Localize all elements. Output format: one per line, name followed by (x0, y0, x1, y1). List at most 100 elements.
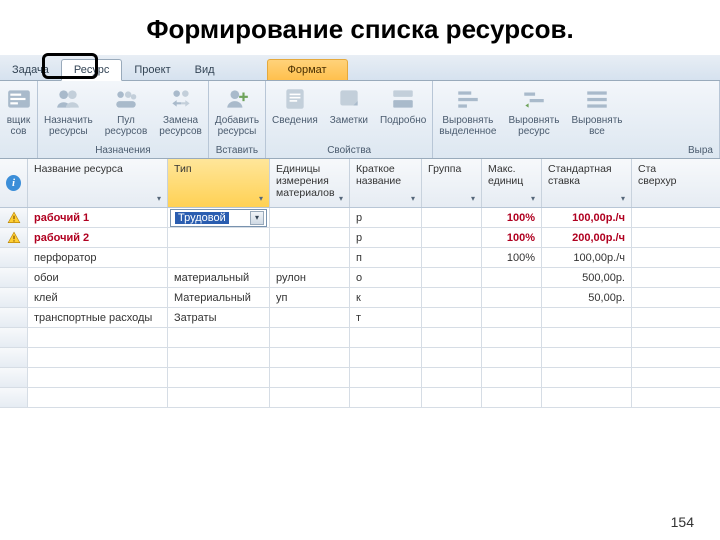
cell-overtime[interactable] (632, 348, 680, 367)
cell-short[interactable]: о (350, 268, 422, 287)
cell-short[interactable]: т (350, 308, 422, 327)
cell-overtime[interactable] (632, 388, 680, 407)
cell-name[interactable]: транспортные расходы (28, 308, 168, 327)
cell-name[interactable]: обои (28, 268, 168, 287)
cell-type[interactable] (168, 388, 270, 407)
tab-project[interactable]: Проект (122, 60, 182, 80)
table-row[interactable]: рабочий 1 Трудовой ▾ ТрудовойМатериальны… (0, 208, 720, 228)
btn-level-resource[interactable]: Выровнять ресурс (502, 83, 565, 139)
cell-group[interactable] (422, 388, 482, 407)
cell-type[interactable] (168, 368, 270, 387)
cell-name[interactable]: рабочий 1 (28, 208, 168, 227)
col-unit[interactable]: Единицы измерения материалов▾ (270, 159, 350, 207)
cell-overtime[interactable] (632, 268, 680, 287)
cell-short[interactable] (350, 348, 422, 367)
cell-group[interactable] (422, 268, 482, 287)
tab-resource[interactable]: Ресурс (61, 59, 122, 81)
cell-group[interactable] (422, 208, 482, 227)
cell-type[interactable]: Затраты (168, 308, 270, 327)
cell-short[interactable]: п (350, 248, 422, 267)
cell-rate[interactable] (542, 388, 632, 407)
cell-overtime[interactable] (632, 248, 680, 267)
cell-overtime[interactable] (632, 368, 680, 387)
cell-unit[interactable] (270, 228, 350, 247)
cell-unit[interactable]: уп (270, 288, 350, 307)
btn-planner[interactable]: вщик сов (0, 83, 37, 139)
tab-task[interactable]: Задача (0, 60, 61, 80)
cell-max[interactable]: 100% (482, 228, 542, 247)
col-rate[interactable]: Стандартная ставка▾ (542, 159, 632, 207)
table-row[interactable]: обоиматериальныйрулоно500,00р. (0, 268, 720, 288)
cell-name[interactable]: клей (28, 288, 168, 307)
cell-type[interactable] (168, 248, 270, 267)
cell-unit[interactable] (270, 368, 350, 387)
table-row-empty[interactable] (0, 328, 720, 348)
cell-group[interactable] (422, 228, 482, 247)
cell-name[interactable] (28, 348, 168, 367)
type-dropdown[interactable]: Трудовой ▾ ТрудовойМатериальныйЗатраты (170, 209, 267, 227)
chevron-down-icon[interactable]: ▾ (250, 211, 264, 225)
tab-view[interactable]: Вид (183, 60, 227, 80)
cell-overtime[interactable] (632, 208, 680, 227)
col-max[interactable]: Макс. единиц▾ (482, 159, 542, 207)
cell-rate[interactable]: 500,00р. (542, 268, 632, 287)
btn-replace-resources[interactable]: Замена ресурсов (153, 83, 208, 139)
col-overtime[interactable]: Ста сверхур (632, 159, 680, 207)
cell-rate[interactable]: 100,00р./ч (542, 248, 632, 267)
cell-short[interactable]: р (350, 208, 422, 227)
col-name[interactable]: Название ресурса▾ (28, 159, 168, 207)
btn-add-resources[interactable]: Добавить ресурсы (209, 83, 265, 139)
cell-unit[interactable] (270, 208, 350, 227)
cell-max[interactable] (482, 288, 542, 307)
table-row[interactable]: транспортные расходыЗатраты т (0, 308, 720, 328)
tab-format[interactable]: Формат (267, 59, 348, 80)
cell-rate[interactable] (542, 328, 632, 347)
cell-group[interactable] (422, 248, 482, 267)
cell-unit[interactable] (270, 248, 350, 267)
cell-unit[interactable] (270, 388, 350, 407)
cell-group[interactable] (422, 308, 482, 327)
cell-short[interactable] (350, 368, 422, 387)
cell-rate[interactable] (542, 368, 632, 387)
table-row[interactable]: перфоратор п 100%100,00р./ч (0, 248, 720, 268)
cell-overtime[interactable] (632, 308, 680, 327)
cell-name[interactable]: перфоратор (28, 248, 168, 267)
cell-rate[interactable]: 200,00р./ч (542, 228, 632, 247)
cell-type[interactable]: Трудовой ▾ ТрудовойМатериальныйЗатраты (168, 208, 270, 227)
cell-type[interactable] (168, 328, 270, 347)
cell-type[interactable]: Материальный (168, 288, 270, 307)
cell-max[interactable] (482, 308, 542, 327)
cell-max[interactable] (482, 328, 542, 347)
cell-rate[interactable] (542, 348, 632, 367)
cell-short[interactable] (350, 328, 422, 347)
table-row-empty[interactable] (0, 348, 720, 368)
btn-details[interactable]: Подробно (374, 83, 432, 128)
btn-information[interactable]: Сведения (266, 83, 324, 128)
cell-rate[interactable]: 50,00р. (542, 288, 632, 307)
cell-group[interactable] (422, 348, 482, 367)
cell-short[interactable]: к (350, 288, 422, 307)
cell-max[interactable] (482, 368, 542, 387)
cell-overtime[interactable] (632, 288, 680, 307)
cell-max[interactable]: 100% (482, 248, 542, 267)
col-group[interactable]: Группа▾ (422, 159, 482, 207)
col-short[interactable]: Краткое название▾ (350, 159, 422, 207)
cell-rate[interactable]: 100,00р./ч (542, 208, 632, 227)
cell-overtime[interactable] (632, 328, 680, 347)
btn-notes[interactable]: Заметки (324, 83, 374, 128)
cell-max[interactable] (482, 268, 542, 287)
cell-unit[interactable] (270, 348, 350, 367)
cell-name[interactable] (28, 328, 168, 347)
cell-short[interactable] (350, 388, 422, 407)
cell-name[interactable] (28, 368, 168, 387)
cell-overtime[interactable] (632, 228, 680, 247)
cell-max[interactable] (482, 388, 542, 407)
cell-type[interactable] (168, 348, 270, 367)
cell-unit[interactable]: рулон (270, 268, 350, 287)
cell-short[interactable]: р (350, 228, 422, 247)
cell-group[interactable] (422, 368, 482, 387)
cell-name[interactable] (28, 388, 168, 407)
cell-name[interactable]: рабочий 2 (28, 228, 168, 247)
cell-max[interactable]: 100% (482, 208, 542, 227)
col-indicator[interactable]: i (0, 159, 28, 207)
